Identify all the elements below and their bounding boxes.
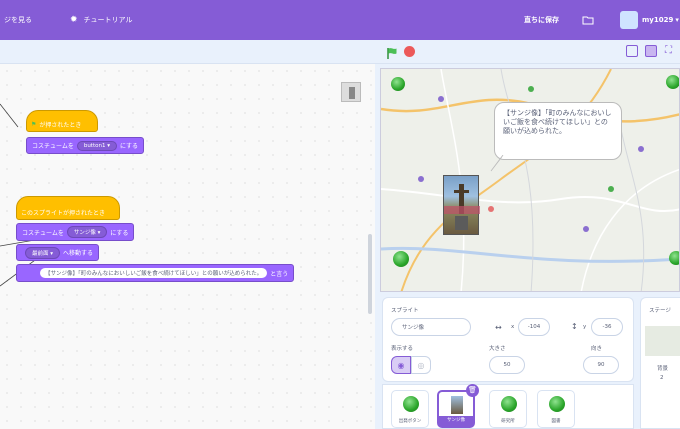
see-project-label: ジを見る (4, 16, 32, 24)
show-visible-button[interactable]: ◉ (391, 356, 411, 374)
tutorial-button[interactable]: ✹ チュートリアル (70, 0, 132, 40)
direction-input[interactable]: 90 (583, 356, 619, 374)
sprite-green-ball-1[interactable] (391, 77, 405, 91)
size-label: 大きさ (489, 346, 506, 352)
speech-bubble-tail (490, 155, 504, 172)
green-flag-icon: ⚑ (31, 120, 37, 128)
tutorial-label: チュートリアル (83, 16, 133, 24)
username: my1029 (642, 16, 674, 24)
green-ball-icon (403, 396, 419, 412)
sprite-green-ball-2[interactable] (666, 75, 679, 89)
sprite-green-ball-3[interactable] (393, 251, 409, 267)
stage[interactable]: 【サンジ像】「町のみんなにおいしいご飯を食べ続けてほしい」との願いが込められた。 (380, 68, 680, 292)
sprite-tile-name: 図書 (551, 419, 561, 424)
hide-button[interactable]: ◎ (411, 356, 431, 374)
sprite-tile-name: 研究所 (501, 419, 515, 424)
statue-photo-sprite[interactable] (443, 175, 480, 235)
costume2-suffix: にする (110, 229, 129, 237)
account-menu[interactable]: my1029 ▾ (620, 0, 679, 40)
folder-icon (582, 16, 594, 25)
my-stuff-folder-button[interactable] (582, 0, 594, 40)
save-now-label: 直ちに保存 (524, 16, 559, 24)
sprite-green-ball-4[interactable] (669, 251, 679, 265)
stage-thumbnail (645, 326, 680, 356)
say-text-input[interactable]: 【サンジ像】「町のみんなにおいしいご飯を食べ続けてほしい」との願いが込められた。 (40, 268, 268, 278)
eye-icon: ◉ (397, 360, 405, 370)
sprite-tile-library[interactable]: 図書 (537, 390, 575, 428)
stage-label: ステージ (649, 308, 671, 314)
layer-suffix: へ移動する (63, 250, 94, 257)
sprite-name-input[interactable]: サンジ像 (391, 318, 471, 336)
small-stage-icon[interactable] (626, 45, 638, 57)
speech-text: 【サンジ像】「町のみんなにおいしいご飯を食べ続けてほしい」との願いが込められた。 (503, 109, 612, 135)
backdrop-label: 背景 (657, 366, 669, 372)
sprite-info-panel: スプライト サンジ像 ↔ x -104 ↕ y -36 表示する ◉ ◎ 大きさ… (382, 297, 634, 382)
sprite-tile-start-button[interactable]: 出発ボタン (391, 390, 429, 428)
when-sprite-clicked-block[interactable]: このスプライトが押されたとき (16, 196, 120, 220)
hat2-label: このスプライトが押されたとき (21, 209, 106, 217)
avatar (620, 11, 638, 29)
stop-icon[interactable] (404, 46, 415, 57)
costume-dropdown-2[interactable]: サンジ像 ▾ (66, 226, 108, 238)
costume1-prefix: コスチュームを (32, 143, 74, 150)
green-ball-icon (549, 396, 565, 412)
sprite-list: 出発ボタン サンジ像 🗑 研究所 図書 (382, 384, 634, 429)
delete-sprite-icon[interactable]: 🗑 (466, 384, 479, 397)
layer-dropdown[interactable]: 最前面 ▾ (25, 246, 61, 259)
see-project-page-button[interactable]: ジを見る (4, 0, 32, 40)
costume-dropdown-1[interactable]: button1 ▾ (76, 140, 117, 151)
speech-bubble: 【サンジ像】「町のみんなにおいしいご飯を食べ続けてほしい」との願いが込められた。 (494, 102, 622, 160)
when-flag-clicked-block[interactable]: ⚑ が押されたとき (26, 110, 98, 132)
green-flag-icon[interactable] (386, 45, 398, 64)
x-label: x (511, 324, 515, 330)
switch-costume-block-1[interactable]: コスチュームを button1 ▾ にする (26, 137, 145, 154)
sprite-tile-sanji-statue[interactable]: サンジ像 🗑 (437, 384, 479, 428)
stage-target-panel[interactable]: ステージ 背景 2 (640, 297, 680, 429)
size-input[interactable]: 50 (489, 356, 525, 374)
hat1-label: が押されたとき (39, 121, 82, 129)
sprite-tile-name: 出発ボタン (398, 419, 422, 424)
direction-label: 向き (591, 346, 603, 352)
x-position-icon: ↔ (495, 323, 502, 332)
stage-header: ⛶ (0, 40, 680, 64)
costume2-prefix: コスチュームを (22, 229, 64, 237)
sprite-tile-name: サンジ像 (439, 416, 473, 426)
code-workspace[interactable]: ⚑ が押されたとき コスチュームを button1 ▾ にする このスプライトが… (0, 64, 375, 429)
say-block[interactable]: 【サンジ像】「町のみんなにおいしいご飯を食べ続けてほしい」との願いが込められた。… (16, 264, 295, 282)
backdrop-count: 2 (660, 375, 664, 381)
menu-bar: ジを見る ✹ チュートリアル 直ちに保存 my1029 ▾ (0, 0, 680, 40)
y-position-icon: ↕ (571, 322, 578, 331)
normal-stage-icon[interactable] (645, 45, 657, 57)
fullscreen-icon[interactable]: ⛶ (665, 45, 672, 56)
save-now-button[interactable]: 直ちに保存 (524, 0, 559, 40)
chevron-down-icon: ▾ (675, 16, 679, 24)
sprite-thumbnail-corner (341, 82, 361, 102)
show-label: 表示する (391, 346, 414, 352)
workspace-scrollbar[interactable] (368, 234, 372, 314)
lightbulb-icon: ✹ (70, 15, 78, 25)
costume1-suffix: にする (119, 143, 139, 150)
say-suffix: と言う (270, 270, 289, 278)
go-to-front-layer-block[interactable]: 最前面 ▾ へ移動する (16, 244, 100, 261)
y-label: y (583, 324, 587, 330)
sprite-label: スプライト (391, 308, 419, 314)
eye-closed-icon: ◎ (417, 360, 425, 370)
sprite-tile-lab[interactable]: 研究所 (489, 390, 527, 428)
switch-costume-block-2[interactable]: コスチュームを サンジ像 ▾ にする (16, 223, 135, 241)
x-position-input[interactable]: -104 (518, 318, 550, 336)
green-ball-icon (501, 396, 517, 412)
statue-thumb-icon (451, 396, 463, 414)
y-position-input[interactable]: -36 (591, 318, 623, 336)
